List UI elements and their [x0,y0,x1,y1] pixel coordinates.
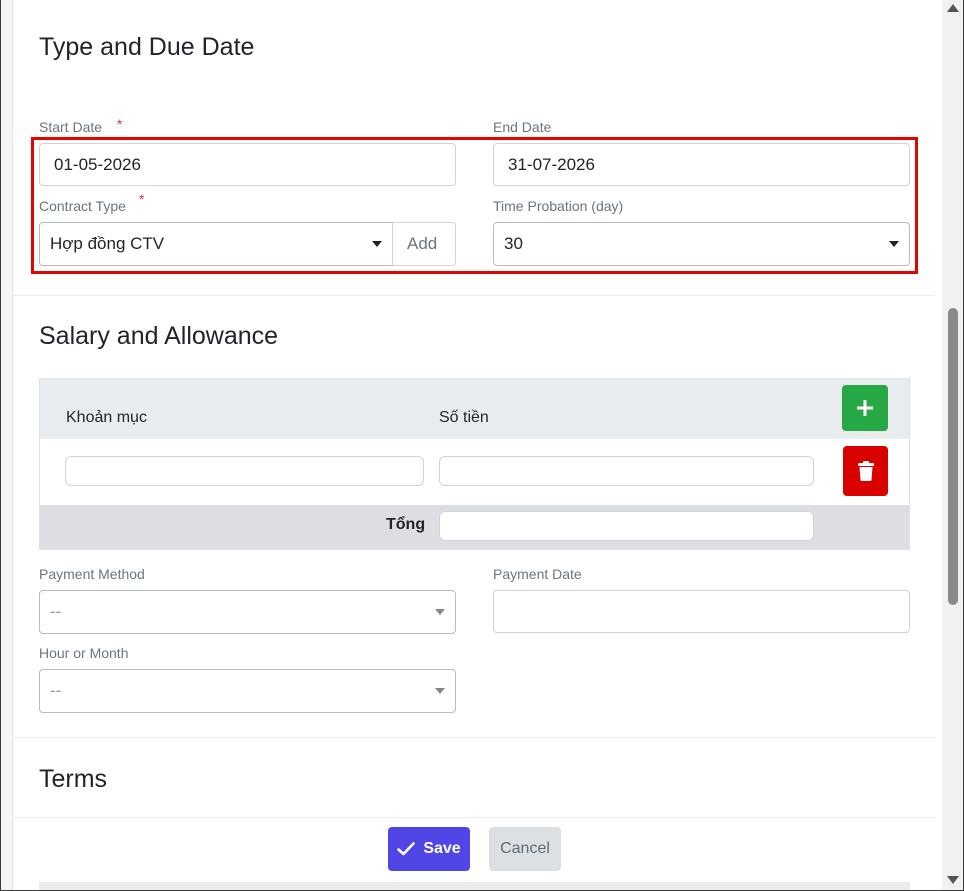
contract-type-value: Hợp đồng CTV [50,234,165,253]
add-contract-type-button[interactable]: Add [392,222,456,266]
add-row-button[interactable] [842,385,888,431]
item-name-input[interactable] [65,456,424,486]
hour-or-month-select[interactable]: -- [39,669,456,713]
footer-actions-bar [13,817,935,890]
chevron-down-icon [435,609,445,615]
scroll-thumb[interactable] [948,308,958,605]
time-probation-label: Time Probation (day) [493,198,624,214]
delete-row-button[interactable] [843,446,888,496]
section-divider [13,737,935,738]
section-divider [13,295,935,296]
cancel-button[interactable]: Cancel [489,827,561,871]
section-title-terms: Terms [39,765,108,793]
payment-date-input[interactable] [493,590,910,633]
contract-type-label: Contract Type [39,198,126,214]
vertical-scrollbar[interactable] [942,0,963,890]
plus-icon [857,400,873,416]
column-header-item: Khoản mục [66,409,147,426]
total-label: Tổng [386,516,426,533]
start-date-required-mark: * [117,116,123,132]
total-input[interactable] [439,511,814,541]
scroll-up-icon[interactable] [947,4,959,12]
column-header-amount: Số tiền [439,409,489,426]
item-amount-input[interactable] [439,456,814,486]
time-probation-value: 30 [504,234,523,253]
end-date-label: End Date [493,119,552,135]
section-title-type-due: Type and Due Date [39,33,255,61]
contract-type-select[interactable]: Hợp đồng CTV [39,222,393,266]
form-panel: Type and Due Date Start Date * 01-05-202… [0,0,964,891]
contract-type-required-mark: * [139,191,145,207]
chevron-down-icon [372,241,382,247]
start-date-value: 01-05-2026 [54,154,141,174]
salary-table-footer: Tổng [40,505,909,549]
salary-table-header: Khoản mục Số tiền [40,379,909,439]
payment-method-select[interactable]: -- [39,590,456,634]
start-date-label: Start Date [39,119,103,135]
section-title-salary: Salary and Allowance [39,322,279,350]
payment-date-label: Payment Date [493,566,582,582]
end-date-input[interactable]: 31-07-2026 [493,143,910,186]
add-contract-type-label: Add [407,234,438,253]
cancel-label: Cancel [500,840,550,857]
chevron-down-icon [435,688,445,694]
left-edge [1,0,13,890]
save-label: Save [423,840,461,857]
payment-method-label: Payment Method [39,566,145,582]
chevron-down-icon [889,241,899,247]
end-date-value: 31-07-2026 [508,154,595,174]
time-probation-select[interactable]: 30 [493,222,910,266]
hour-or-month-value: -- [50,681,62,700]
save-button[interactable]: Save [388,827,470,871]
next-section-edge [39,882,910,890]
trash-icon [857,461,874,481]
start-date-input[interactable]: 01-05-2026 [39,143,456,186]
check-icon [397,842,416,856]
hour-or-month-label: Hour or Month [39,645,129,661]
salary-table: Khoản mục Số tiền Tổng [39,378,910,550]
scroll-down-icon[interactable] [947,876,959,884]
payment-method-value: -- [50,602,62,621]
